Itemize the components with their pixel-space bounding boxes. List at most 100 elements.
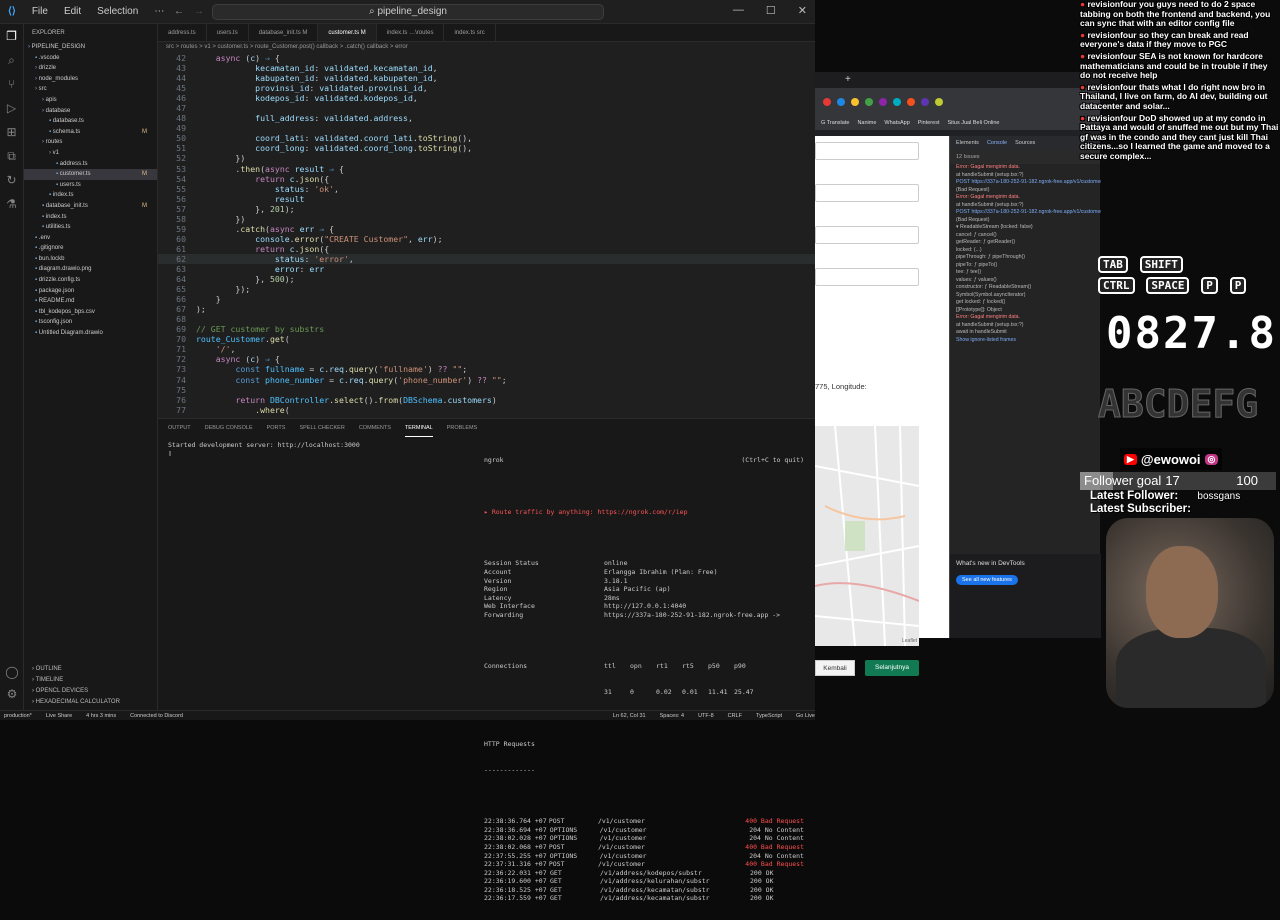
whats-new-link[interactable]: See all new features [956,575,1018,585]
tree-item[interactable]: ▪ database.ts [24,116,157,127]
panel-tab-spell-checker[interactable]: SPELL CHECKER [299,419,344,437]
status-item[interactable]: Live Share [46,711,72,720]
form-field[interactable] [815,226,919,244]
tree-item[interactable]: ▪ drizzle.config.ts [24,275,157,286]
command-center-search[interactable]: ⌕ pipeline_design [212,4,604,20]
console-line[interactable]: pipeThrough: ƒ pipeThrough() [956,254,1101,262]
source-control-icon[interactable]: ⑂ [0,72,23,96]
panel-tab-output[interactable]: OUTPUT [168,419,191,437]
tree-item[interactable]: › apis [24,95,157,106]
console-output[interactable]: Error: Gagal mengirim data. at handleSubm… [950,164,1101,504]
console-line[interactable]: get locked: ƒ locked() [956,299,1101,307]
code-line[interactable]: 42 async (c) ⇒ { [158,53,815,63]
menu-more[interactable]: ⋯ [146,6,172,17]
code-line[interactable]: 51 coord_long: validated.coord_long.toSt… [158,143,815,153]
console-line[interactable]: [[Prototype]]: Object [956,307,1101,315]
code-line[interactable]: 43 kecamatan_id: validated.kecamatan_id, [158,63,815,73]
code-line[interactable]: 62 status: 'error', [158,253,815,264]
tree-item[interactable]: ▪ Untitled Diagram.drawio [24,328,157,339]
tree-item[interactable]: › src [24,84,157,95]
code-line[interactable]: 56 result [158,194,815,204]
panel-tab-problems[interactable]: PROBLEMS [447,419,478,437]
status-item[interactable]: production* [4,711,32,720]
tree-item[interactable]: ▪ users.ts [24,180,157,191]
back-button[interactable]: Kembali [815,660,855,676]
status-item[interactable]: Spaces: 4 [660,711,684,720]
code-line[interactable]: 59 .catch(async err ⇒ { [158,224,815,234]
tree-item[interactable]: › v1 [24,148,157,159]
tab-database_init-ts[interactable]: database_init.ts M [249,24,319,41]
status-item[interactable]: 4 hrs 3 mins [86,711,116,720]
terminal-left[interactable]: Started development server: http://local… [168,441,360,457]
section-outline[interactable]: › OUTLINE [24,664,158,675]
back-arrow-icon[interactable]: ← [174,6,184,17]
tree-item[interactable]: › database [24,106,157,117]
status-item[interactable]: Ln 62, Col 31 [613,711,646,720]
tree-item[interactable]: ▪ tsconfig.json [24,317,157,328]
tree-item[interactable]: ▪ .env [24,233,157,244]
status-item[interactable]: Go Live [796,711,815,720]
code-line[interactable]: 65 }); [158,284,815,294]
tree-item[interactable]: ▪ address.ts [24,159,157,170]
close-icon[interactable]: ✕ [798,4,807,17]
code-line[interactable]: 44 kabupaten_id: validated.kabupaten_id, [158,73,815,83]
live-share-icon[interactable]: ↻ [0,168,23,192]
accounts-icon[interactable]: ◯ [0,660,24,684]
tree-item[interactable]: ▪ utilities.ts [24,222,157,233]
tree-item[interactable]: ▪ schema.ts M [24,127,157,138]
leaflet-map[interactable]: Leaflet [814,425,920,647]
devtools-tab-console[interactable]: Console [987,136,1007,150]
menu-selection[interactable]: Selection [89,6,146,17]
code-line[interactable]: 53 .then(async result ⇒ { [158,164,815,174]
status-item[interactable]: Connected to Discord [130,711,183,720]
extension-icon[interactable] [865,98,873,106]
panel-tab-ports[interactable]: PORTS [267,419,286,437]
console-line[interactable]: Show ignore-listed frames [956,337,1101,345]
next-button[interactable]: Selanjutnya [865,660,919,676]
extension-icon[interactable] [823,98,831,106]
extension-icon[interactable] [935,98,943,106]
status-item[interactable]: CRLF [728,711,742,720]
console-line[interactable]: Error: Gagal mengirim data. [956,314,1101,322]
status-item[interactable]: TypeScript [756,711,782,720]
tree-item[interactable]: ▪ diagram.drawio.png [24,264,157,275]
tree-item[interactable]: ▪ index.ts [24,190,157,201]
code-line[interactable]: 57 }, 201); [158,204,815,214]
form-field[interactable] [815,184,919,202]
code-line[interactable]: 73 const fullname = c.req.query('fullnam… [158,364,815,374]
extensions-icon[interactable]: ⊞ [0,120,23,144]
code-line[interactable]: 45 provinsi_id: validated.provinsi_id, [158,83,815,93]
extension-icon[interactable] [837,98,845,106]
extension-icon[interactable] [907,98,915,106]
console-line[interactable]: Symbol(Symbol.asyncIterator) [956,292,1101,300]
menu-file[interactable]: File [24,6,56,17]
tree-item[interactable]: › node_modules [24,74,157,85]
tree-item[interactable]: ▪ .vscode [24,53,157,64]
console-line[interactable]: at handleSubmit (setup.tsx:?) [956,322,1101,330]
section-timeline[interactable]: › TIMELINE [24,675,158,686]
code-line[interactable]: 76 return DBController.select().from(DBS… [158,395,815,405]
bookmark[interactable]: Pinterest [918,116,940,130]
code-line[interactable]: 46 kodepos_id: validated.kodepos_id, [158,93,815,103]
code-line[interactable]: 54 return c.json({ [158,174,815,184]
tree-item[interactable]: ▪ database_init.ts M [24,201,157,212]
code-line[interactable]: 52 }) [158,153,815,163]
code-line[interactable]: 48 full_address: validated.address, [158,113,815,123]
tree-item[interactable]: ▪ README.md [24,296,157,307]
code-line[interactable]: 74 const phone_number = c.req.query('pho… [158,375,815,385]
terminal-ngrok[interactable]: ngrok (Ctrl+C to quit) ▸ Route traffic b… [484,439,804,920]
search-icon[interactable]: ⌕ [0,48,23,72]
extension-icon[interactable] [851,98,859,106]
extension-icon[interactable] [921,98,929,106]
menu-edit[interactable]: Edit [56,6,89,17]
remote-icon[interactable]: ⧉ [0,144,23,168]
code-line[interactable]: 61 return c.json({ [158,244,815,254]
tree-item[interactable]: ▪ package.json [24,286,157,297]
map-attribution[interactable]: Leaflet [902,638,917,644]
devtools-tab-sources[interactable]: Sources [1015,136,1035,150]
code-line[interactable]: 71 '/', [158,344,815,354]
tab-users-ts[interactable]: users.ts [207,24,249,41]
new-tab-icon[interactable]: + [845,74,851,85]
tree-item[interactable]: ▪ .gitignore [24,243,157,254]
settings-gear-icon[interactable]: ⚙ [0,682,24,706]
